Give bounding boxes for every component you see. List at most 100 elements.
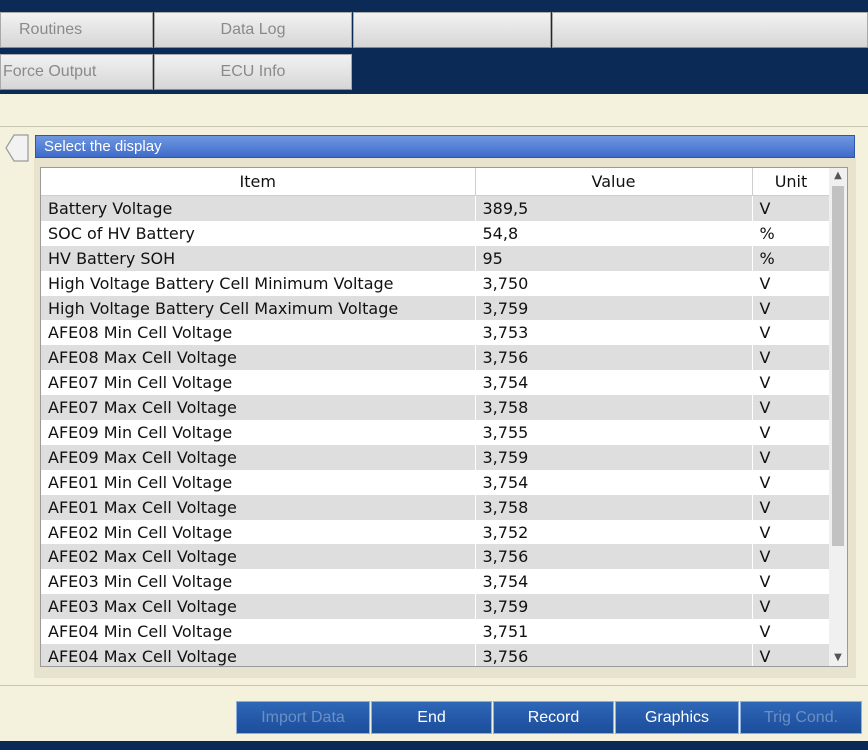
cell-unit: V (751, 395, 830, 421)
cell-value: 54,8 (474, 220, 752, 246)
table-row[interactable]: AFE09 Max Cell Voltage 3,759 V (41, 444, 830, 470)
cell-value: 3,756 (474, 345, 752, 371)
cell-unit: V (751, 370, 830, 396)
table-row[interactable]: AFE03 Max Cell Voltage 3,759 V (41, 594, 830, 620)
chevron-down-icon[interactable]: ▼ (829, 650, 847, 666)
column-header-value[interactable]: Value (475, 168, 753, 196)
table-row[interactable]: AFE07 Min Cell Voltage 3,754 V (41, 370, 830, 396)
cell-value: 3,755 (474, 420, 752, 445)
cell-unit: V (751, 295, 830, 321)
cell-value: 3,759 (474, 594, 752, 620)
cell-value: 3,756 (474, 644, 752, 666)
cell-item: AFE09 Min Cell Voltage (41, 420, 475, 445)
import-data-button[interactable]: Import Data (236, 701, 370, 734)
cell-value: 3,758 (474, 395, 752, 421)
cell-unit: V (751, 569, 830, 595)
table-row[interactable]: AFE04 Max Cell Voltage 3,756 V (41, 644, 830, 666)
cell-unit: V (751, 594, 830, 620)
tab-routines[interactable]: Routines (0, 12, 153, 48)
graphics-button[interactable]: Graphics (615, 701, 739, 734)
cell-unit: V (751, 320, 830, 346)
cell-unit: V (751, 345, 830, 371)
table-row[interactable]: AFE02 Max Cell Voltage 3,756 V (41, 544, 830, 570)
cell-value: 3,751 (474, 619, 752, 645)
cell-unit: % (751, 220, 830, 246)
table-row[interactable]: AFE01 Min Cell Voltage 3,754 V (41, 469, 830, 495)
table-row[interactable]: Battery Voltage 389,5 V (41, 195, 830, 221)
cell-item: AFE08 Max Cell Voltage (41, 345, 475, 371)
cell-value: 95 (474, 245, 752, 271)
tab-force-output[interactable]: Force Output (0, 54, 153, 90)
cell-item: AFE01 Min Cell Voltage (41, 469, 475, 495)
scroll-thumb[interactable] (832, 186, 844, 546)
cell-value: 3,753 (474, 320, 752, 346)
divider (0, 126, 868, 127)
table-row[interactable]: AFE08 Max Cell Voltage 3,756 V (41, 345, 830, 371)
cell-value: 3,754 (474, 370, 752, 396)
cell-value: 3,752 (474, 519, 752, 545)
cell-item: AFE01 Max Cell Voltage (41, 494, 475, 520)
table-row[interactable]: AFE09 Min Cell Voltage 3,755 V (41, 420, 830, 445)
table-header-row: Item Value Unit (41, 168, 831, 196)
cell-unit: V (751, 469, 830, 495)
cell-unit: V (751, 619, 830, 645)
cell-value: 3,756 (474, 544, 752, 570)
cell-unit: % (751, 245, 830, 271)
back-arrow-icon[interactable] (4, 133, 30, 163)
column-header-unit[interactable]: Unit (752, 168, 831, 196)
cell-unit: V (751, 519, 830, 545)
cell-unit: V (751, 444, 830, 470)
cell-item: SOC of HV Battery (41, 220, 475, 246)
cell-item: AFE08 Min Cell Voltage (41, 320, 475, 346)
cell-item: AFE07 Max Cell Voltage (41, 395, 475, 421)
record-button[interactable]: Record (493, 701, 614, 734)
cell-unit: V (751, 494, 830, 520)
table-row[interactable]: AFE04 Min Cell Voltage 3,751 V (41, 619, 830, 645)
cell-value: 3,754 (474, 569, 752, 595)
data-table: Item Value Unit Battery Voltage 389,5 V SOC… (40, 167, 848, 667)
cell-unit: V (751, 544, 830, 570)
cell-unit: V (751, 195, 830, 221)
cell-unit: V (751, 644, 830, 666)
cell-unit: V (751, 420, 830, 445)
cell-item: AFE03 Max Cell Voltage (41, 594, 475, 620)
cell-item: AFE04 Min Cell Voltage (41, 619, 475, 645)
cell-item: AFE02 Max Cell Voltage (41, 544, 475, 570)
cell-item: Battery Voltage (41, 195, 475, 221)
cell-value: 3,759 (474, 444, 752, 470)
trig-cond-button[interactable]: Trig Cond. (740, 701, 862, 734)
table-row[interactable]: AFE07 Max Cell Voltage 3,758 V (41, 395, 830, 421)
table-row[interactable]: High Voltage Battery Cell Minimum Voltag… (41, 270, 830, 296)
tab-ecu-info[interactable]: ECU Info (154, 54, 352, 90)
cell-value: 389,5 (474, 195, 752, 221)
cell-item: AFE07 Min Cell Voltage (41, 370, 475, 396)
tab-empty[interactable] (552, 12, 868, 48)
cell-item: HV Battery SOH (41, 245, 475, 271)
display-header: Select the display (35, 135, 855, 158)
table-row[interactable]: HV Battery SOH 95% (41, 245, 830, 271)
cell-item: High Voltage Battery Cell Minimum Voltag… (41, 270, 475, 296)
cell-item: High Voltage Battery Cell Maximum Voltag… (41, 295, 475, 321)
tab-data-log[interactable]: Data Log (154, 12, 352, 48)
table-row[interactable]: AFE01 Max Cell Voltage 3,758 V (41, 494, 830, 520)
cell-value: 3,754 (474, 469, 752, 495)
tab-empty[interactable] (353, 12, 551, 48)
end-button[interactable]: End (371, 701, 492, 734)
cell-unit: V (751, 270, 830, 296)
vertical-scrollbar[interactable]: ▲ ▼ (829, 168, 847, 666)
cell-item: AFE04 Max Cell Voltage (41, 644, 475, 666)
chevron-up-icon[interactable]: ▲ (829, 168, 847, 184)
cell-item: AFE02 Min Cell Voltage (41, 519, 475, 545)
cell-item: AFE03 Min Cell Voltage (41, 569, 475, 595)
cell-value: 3,750 (474, 270, 752, 296)
table-row[interactable]: AFE03 Min Cell Voltage 3,754 V (41, 569, 830, 595)
cell-value: 3,758 (474, 494, 752, 520)
bottom-bar (0, 741, 868, 750)
table-row[interactable]: AFE08 Min Cell Voltage 3,753 V (41, 320, 830, 346)
divider (0, 685, 868, 686)
table-row[interactable]: SOC of HV Battery 54,8% (41, 220, 830, 246)
table-row[interactable]: AFE02 Min Cell Voltage 3,752 V (41, 519, 830, 545)
column-header-item[interactable]: Item (41, 168, 476, 196)
cell-item: AFE09 Max Cell Voltage (41, 444, 475, 470)
table-row[interactable]: High Voltage Battery Cell Maximum Voltag… (41, 295, 830, 321)
